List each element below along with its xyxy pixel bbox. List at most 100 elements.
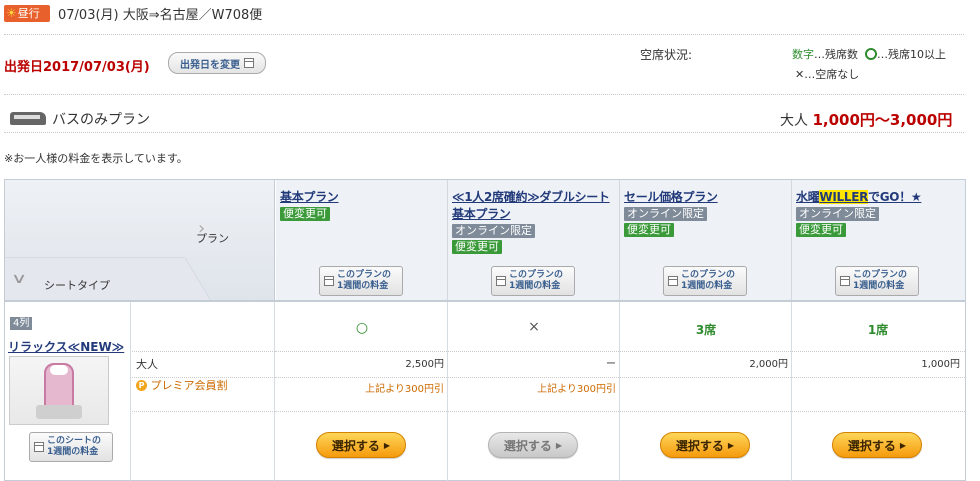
arrow-right-icon: ▶: [899, 440, 907, 450]
select-button-double[interactable]: 選択する ▶: [488, 432, 578, 458]
availability-sale: 3席: [695, 323, 717, 337]
plan-name-line2: 基本プラン: [452, 207, 511, 221]
availability-double: ×: [528, 319, 540, 335]
legend-line-1: 数字…残席数 …残席10以上: [792, 46, 946, 62]
plan-name-post: でGO！★: [868, 190, 922, 204]
divider: [4, 34, 964, 35]
change-date-label: 出発日を変更: [180, 59, 240, 71]
select-label: 選択する: [847, 438, 896, 453]
calendar-icon: [668, 276, 678, 286]
bus-icon: [10, 112, 46, 125]
tag-changeable: 便変更可: [796, 223, 846, 237]
plan-name-highlight: WILLER: [819, 190, 869, 204]
plan-name-link[interactable]: セール価格プラン: [624, 188, 718, 205]
price-note: ※お一人様の料金を表示しています。: [4, 152, 188, 165]
tag-online-only: オンライン限定: [796, 207, 879, 221]
seat-status-label: 空席状況:: [640, 48, 693, 62]
calendar-icon: [324, 276, 334, 286]
circle-icon: [865, 48, 877, 60]
plan-week-price-button[interactable]: このプランの 1週間の料金: [491, 266, 575, 296]
row-count-tag: 4列: [10, 317, 33, 330]
plan-name-link[interactable]: 基本プラン: [280, 188, 339, 205]
adult-price: 1,000円: [921, 359, 960, 370]
route-title: 07/03(月) 大阪⇒名古屋／W708便: [58, 8, 263, 23]
plan-column-double: ≪1人2席確約≫ダブルシート 基本プラン オンライン限定 便変更可 このプランの…: [448, 180, 620, 300]
price-prefix: 大人: [780, 113, 808, 129]
week-button-line1: このプランの: [681, 270, 736, 280]
week-button-line2: 1週間の料金: [853, 281, 905, 291]
arrow-right-icon: ▶: [383, 440, 391, 450]
plan-name-link[interactable]: ≪1人2席確約≫ダブルシート 基本プラン: [452, 188, 610, 222]
week-button-line2: 1週間の料金: [681, 281, 733, 291]
select-button-basic[interactable]: 選択する ▶: [316, 432, 406, 458]
week-button-line2: 1週間の料金: [47, 447, 99, 457]
premium-icon: P: [136, 380, 147, 391]
tag-online-only: オンライン限定: [452, 224, 535, 238]
plan-axis-label: › プラン: [196, 218, 229, 246]
divider: [4, 94, 964, 95]
select-label: 選択する: [675, 438, 724, 453]
sun-icon: ☀: [6, 6, 17, 20]
adult-price: 2,500円: [405, 359, 444, 370]
week-button-line1: このプランの: [509, 270, 564, 280]
plan-section-title: バスのみプラン: [52, 112, 150, 128]
chevron-down-icon: ∨: [10, 271, 28, 287]
week-button-line2: 1週間の料金: [337, 281, 389, 291]
plan-name-pre: 水曜: [796, 190, 820, 204]
premium-label: P プレミア会員割: [132, 378, 275, 404]
plan-week-price-button[interactable]: このプランの 1週間の料金: [663, 266, 747, 296]
legend-digits-word: 数字: [792, 48, 814, 61]
week-button-line1: このプランの: [337, 270, 392, 280]
premium-discount: 上記より300円引: [537, 384, 616, 395]
departure-date: 出発日2017/07/03(月): [4, 60, 150, 75]
adult-price: ー: [606, 359, 616, 370]
premium-discount: 上記より300円引: [365, 384, 444, 395]
chevron-right-icon: ›: [198, 218, 206, 239]
tag-online-only: オンライン限定: [624, 207, 707, 221]
select-label: 選択する: [503, 438, 552, 453]
arrow-right-icon: ▶: [727, 440, 735, 450]
legend-cross: ✕…空席なし: [795, 68, 860, 81]
plan-name-link[interactable]: 水曜WILLERでGO！★: [796, 188, 922, 205]
divider: [4, 132, 964, 133]
seat-week-price-button[interactable]: このシートの 1週間の料金: [29, 432, 113, 462]
tag-changeable: 便変更可: [280, 207, 330, 221]
availability-wednesday: 1席: [867, 323, 889, 337]
arrow-right-icon: ▶: [555, 440, 563, 450]
change-date-button[interactable]: 出発日を変更: [168, 52, 266, 74]
week-button-line2: 1週間の料金: [509, 281, 561, 291]
row-divider: [275, 351, 965, 352]
select-button-sale[interactable]: 選択する ▶: [660, 432, 750, 458]
premium-label-text: プレミア会員割: [150, 379, 228, 392]
calendar-icon: [496, 276, 506, 286]
legend-circle-desc: …残席10以上: [877, 48, 946, 61]
plan-column-wednesday: 水曜WILLERでGO！★ オンライン限定 便変更可 このプランの 1週間の料金: [792, 180, 965, 300]
plan-name-line1: ≪1人2席確約≫ダブルシート: [452, 190, 610, 204]
row-divider: [132, 351, 275, 352]
tag-changeable: 便変更可: [452, 240, 502, 254]
row-divider: [275, 411, 965, 412]
row-divider: [275, 377, 965, 378]
row-divider: [132, 377, 275, 378]
row-divider: [132, 411, 275, 412]
seat-name-link[interactable]: リラックス≪NEW≫: [8, 338, 124, 355]
adult-price: 2,000円: [749, 359, 788, 370]
calendar-icon: [244, 58, 254, 68]
tag-changeable: 便変更可: [624, 223, 674, 237]
seat-photo: [9, 356, 109, 425]
select-button-wednesday[interactable]: 選択する ▶: [832, 432, 922, 458]
calendar-icon: [34, 442, 44, 452]
seat-type-axis-label: シートタイプ: [44, 279, 110, 292]
legend-digits-desc: …残席数: [814, 48, 858, 61]
price-range: 大人 1,000円〜3,000円: [780, 109, 952, 130]
day-badge-label: 昼行: [17, 7, 40, 20]
daytime-badge: ☀ 昼行: [4, 5, 50, 22]
plan-week-price-button[interactable]: このプランの 1週間の料金: [835, 266, 919, 296]
plan-week-price-button[interactable]: このプランの 1週間の料金: [319, 266, 403, 296]
select-label: 選択する: [331, 438, 380, 453]
plan-column-sale: セール価格プラン オンライン限定 便変更可 このプランの 1週間の料金: [620, 180, 792, 300]
week-button-line1: このプランの: [853, 270, 908, 280]
calendar-icon: [840, 276, 850, 286]
week-button-line1: このシートの: [47, 436, 102, 446]
adult-label: 大人: [132, 352, 275, 377]
